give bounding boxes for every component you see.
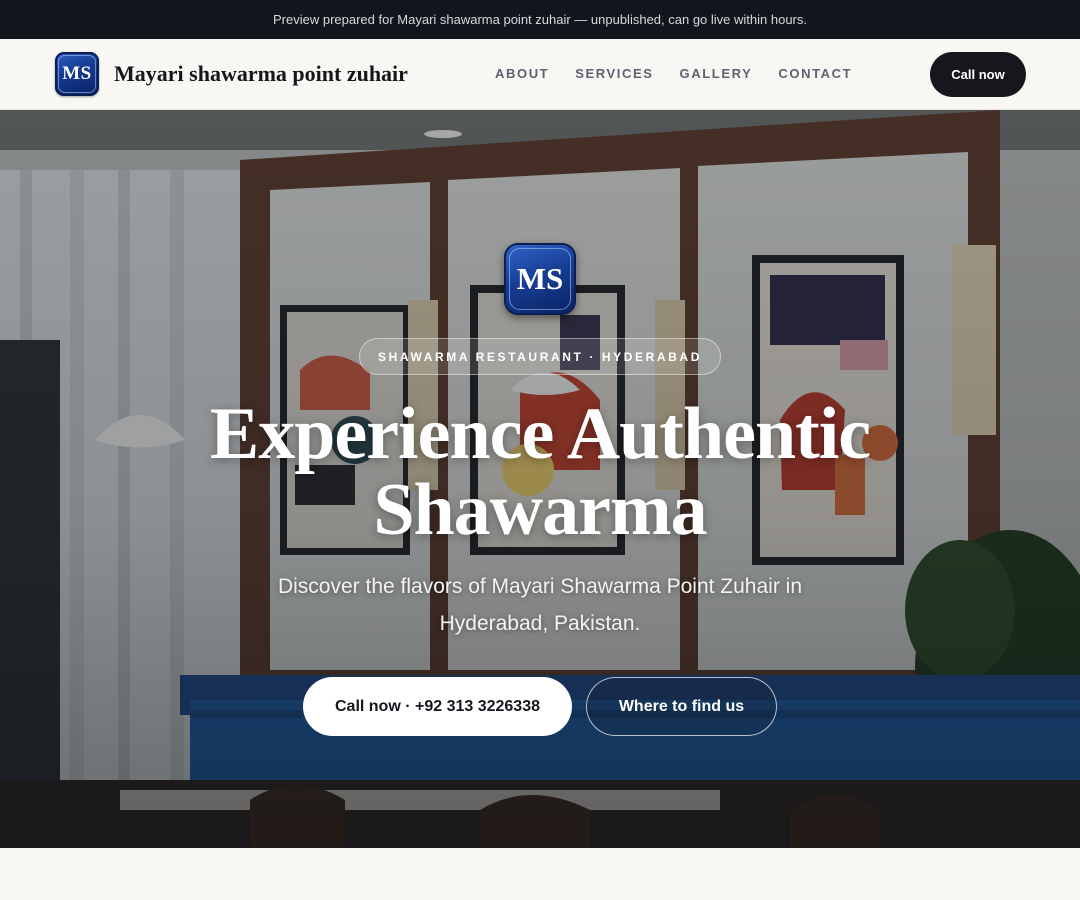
- nav-contact[interactable]: CONTACT: [778, 66, 852, 81]
- hero-title: Experience Authentic Shawarma: [140, 396, 940, 548]
- hero-call-button[interactable]: Call now · +92 313 3226338: [303, 677, 572, 736]
- nav-gallery[interactable]: GALLERY: [680, 66, 753, 81]
- hero-location-button[interactable]: Where to find us: [586, 677, 777, 736]
- site-header: MS Mayari shawarma point zuhair ABOUT SE…: [0, 39, 1080, 110]
- hero-title-line2: Shawarma: [373, 469, 707, 551]
- brand-name[interactable]: Mayari shawarma point zuhair: [114, 61, 408, 87]
- call-now-button[interactable]: Call now: [930, 52, 1026, 97]
- nav-about[interactable]: ABOUT: [495, 66, 549, 81]
- hero-eyebrow-badge: SHAWARMA RESTAURANT · HYDERABAD: [359, 338, 721, 375]
- preview-banner-text: Preview prepared for Mayari shawarma poi…: [273, 12, 807, 27]
- hero-subtitle: Discover the flavors of Mayari Shawarma …: [277, 575, 803, 635]
- hero-title-line1: Experience Authentic: [209, 393, 871, 475]
- nav-services[interactable]: SERVICES: [575, 66, 653, 81]
- logo-icon[interactable]: MS: [55, 52, 99, 96]
- hero-logo-icon: MS: [504, 243, 576, 315]
- logo-initials: MS: [58, 55, 96, 93]
- hero-logo-initials: MS: [509, 248, 571, 310]
- preview-banner: Preview prepared for Mayari shawarma poi…: [0, 0, 1080, 39]
- hero-section: MS SHAWARMA RESTAURANT · HYDERABAD Exper…: [0, 110, 1080, 848]
- main-nav: ABOUT SERVICES GALLERY CONTACT: [495, 66, 878, 81]
